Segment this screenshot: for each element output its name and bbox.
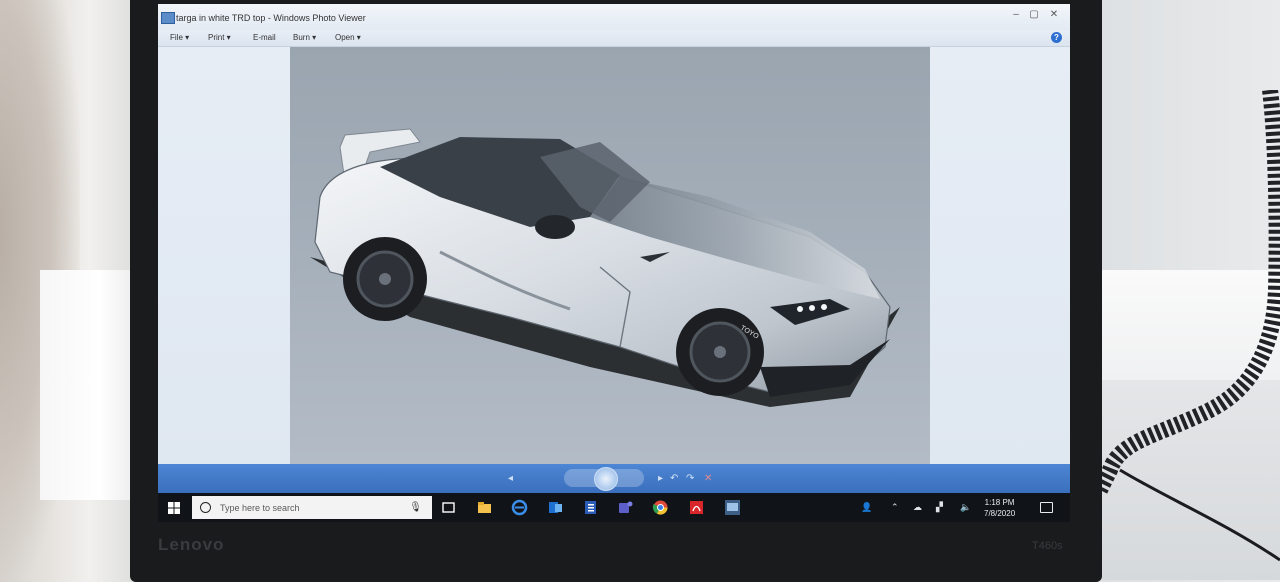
phone-cord: [1100, 90, 1280, 562]
teams-icon[interactable]: [617, 499, 634, 516]
image-canvas: TOYO: [158, 47, 1070, 464]
laptop-model: T460s: [1032, 540, 1063, 552]
viewer-control-bar: ◂ ▸ ↶ ↷ ✕: [158, 464, 1070, 493]
window-light-left: [40, 270, 140, 500]
next-button[interactable]: ▸: [658, 473, 663, 484]
delete-button[interactable]: ✕: [704, 473, 712, 484]
cortana-icon: [200, 502, 211, 513]
car-sketch: TOYO: [310, 128, 900, 407]
people-icon[interactable]: 👤: [861, 502, 872, 513]
rear-wheel: [343, 237, 427, 321]
help-icon[interactable]: ?: [1051, 32, 1062, 43]
laptop-brand: Lenovo: [158, 535, 225, 554]
chrome-icon[interactable]: [652, 499, 669, 516]
action-center-icon[interactable]: [1040, 502, 1053, 513]
windows-start-icon[interactable]: [168, 502, 180, 514]
front-wheel: [676, 308, 764, 396]
menu-open[interactable]: Open ▾: [335, 33, 361, 42]
maximize-button[interactable]: ▢: [1026, 8, 1042, 22]
clock-time: 1:18 PM: [984, 498, 1015, 507]
search-placeholder: Type here to search: [220, 503, 300, 513]
onedrive-cloud-icon[interactable]: ☁: [913, 502, 922, 513]
file-explorer-icon[interactable]: [476, 499, 493, 516]
taskbar: Type here to search 🎙 👤 ⌃ ☁ ▞ 🔈 1:18 PM …: [158, 493, 1070, 522]
window-titlebar[interactable]: targa in white TRD top - Windows Photo V…: [158, 4, 1070, 30]
task-view-icon[interactable]: [440, 499, 457, 516]
photo-viewer-taskbar-icon[interactable]: [724, 499, 741, 516]
rotate-ccw-button[interactable]: ↶: [670, 473, 678, 484]
laptop-screen: targa in white TRD top - Windows Photo V…: [158, 4, 1070, 522]
word-icon[interactable]: [582, 499, 599, 516]
window-title: targa in white TRD top - Windows Photo V…: [176, 13, 366, 23]
photo-viewer-app-icon: [161, 12, 175, 24]
menu-email[interactable]: E-mail: [253, 33, 276, 42]
slideshow-play-button[interactable]: [594, 467, 618, 491]
acrobat-icon[interactable]: [688, 499, 705, 516]
menu-print[interactable]: Print ▾: [208, 33, 231, 42]
close-button[interactable]: ✕: [1046, 8, 1062, 22]
taskbar-search-box[interactable]: Type here to search 🎙: [192, 496, 432, 519]
show-hidden-icons-chevron-icon[interactable]: ⌃: [891, 502, 899, 513]
edge-browser-icon[interactable]: [511, 499, 528, 516]
displayed-image: TOYO: [290, 47, 930, 464]
network-icon[interactable]: ▞: [936, 502, 943, 513]
taskbar-clock[interactable]: 1:18 PM 7/8/2020: [984, 497, 1015, 519]
side-mirror: [535, 215, 575, 239]
previous-button[interactable]: ◂: [508, 473, 513, 484]
volume-icon[interactable]: 🔈: [960, 502, 971, 513]
outlook-icon[interactable]: [547, 499, 564, 516]
microphone-icon[interactable]: 🎙: [409, 502, 422, 513]
menu-bar: File ▾ Print ▾ E-mail Burn ▾ Open ▾ ?: [158, 30, 1070, 47]
clock-date: 7/8/2020: [984, 509, 1016, 518]
rotate-cw-button[interactable]: ↷: [686, 473, 694, 484]
menu-file[interactable]: File ▾: [170, 33, 189, 42]
menu-burn[interactable]: Burn ▾: [293, 33, 316, 42]
minimize-button[interactable]: –: [1008, 8, 1024, 22]
